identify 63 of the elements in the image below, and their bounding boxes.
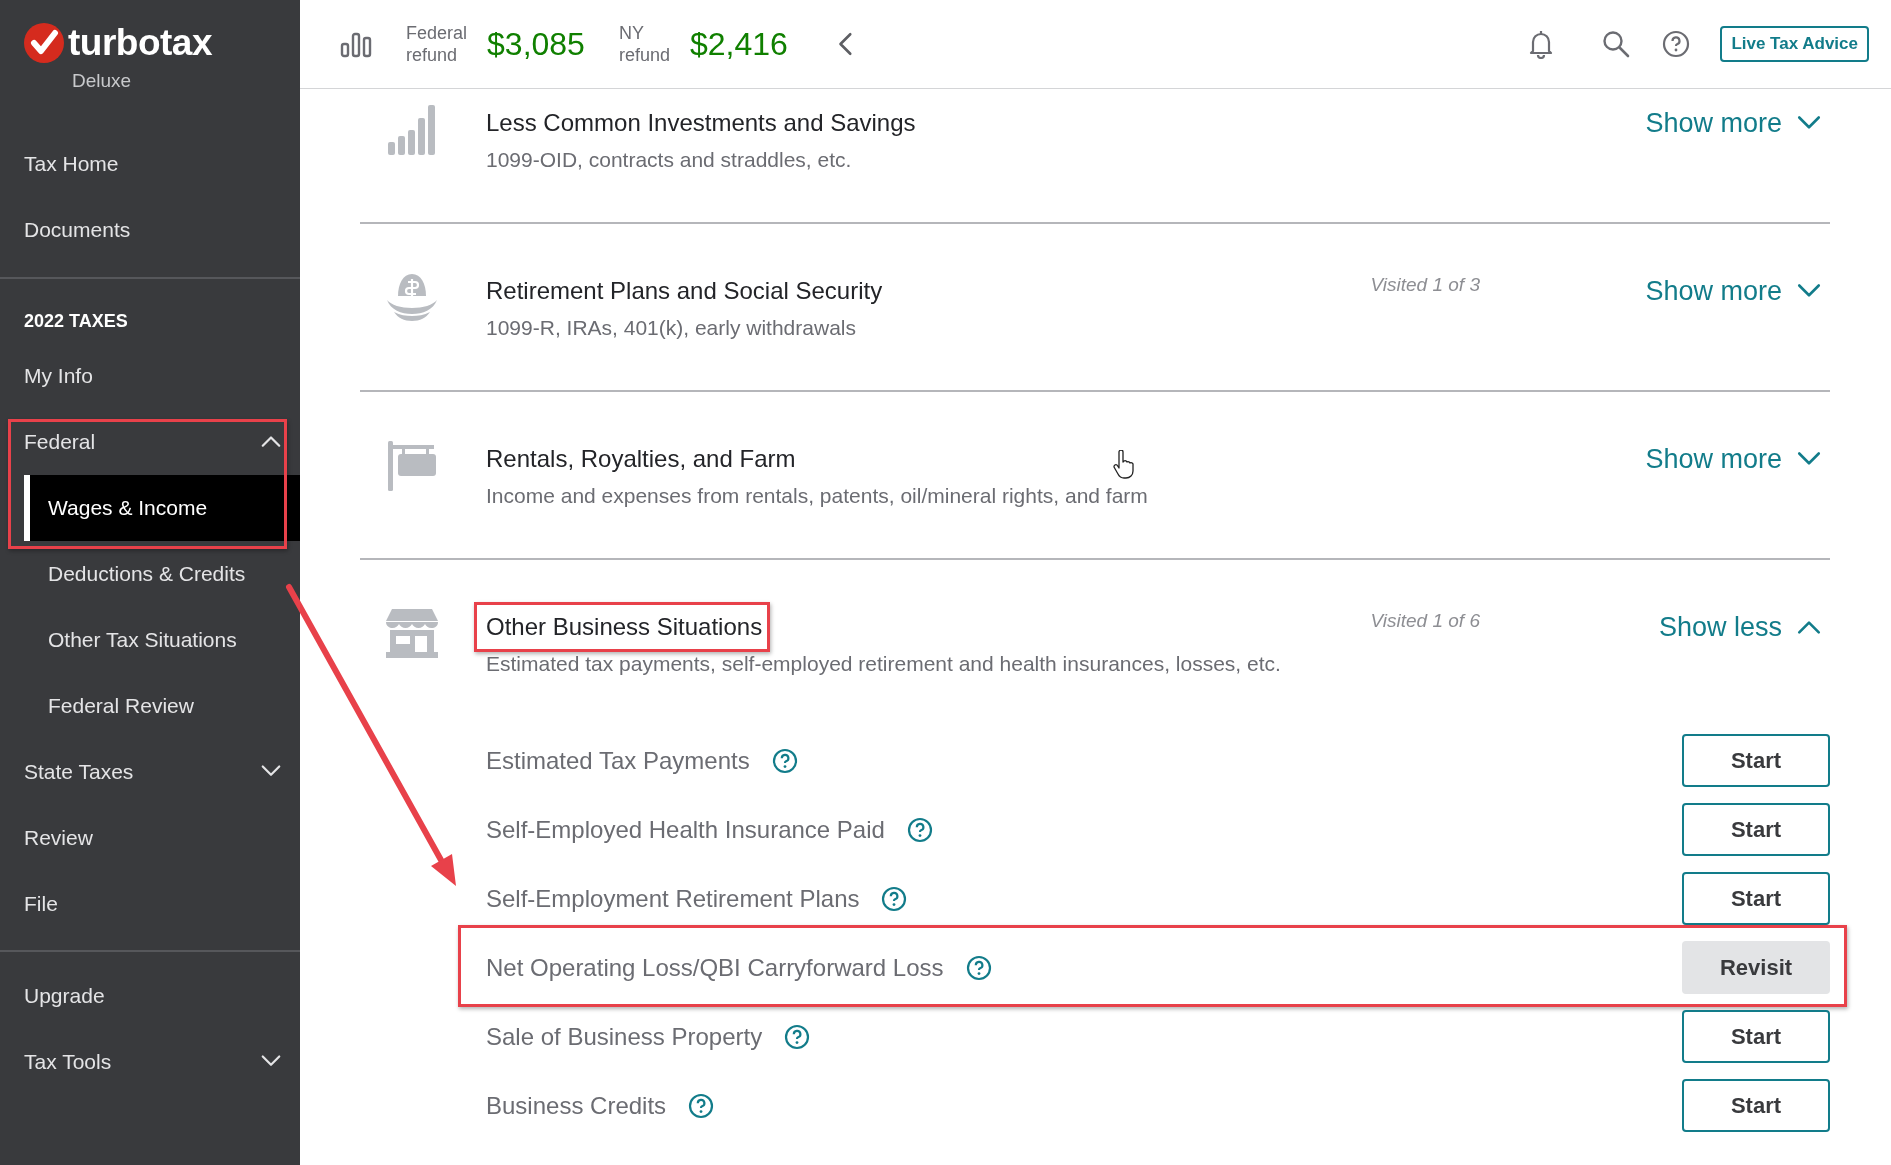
visited-label: Visited 1 of 3: [1370, 274, 1480, 296]
topic-label: Estimated Tax Payments: [486, 746, 750, 775]
nav-item[interactable]: Upgrade: [0, 963, 300, 1029]
category-title: Rentals, Royalties, and Farm: [486, 446, 796, 472]
category-description: 1099-R, IRAs, 401(k), early withdrawals: [486, 316, 857, 340]
revisit-button[interactable]: Revisit: [1682, 941, 1830, 994]
help-icon[interactable]: [688, 1092, 715, 1119]
start-button[interactable]: Start: [1682, 1079, 1830, 1132]
money-nest-icon: [386, 272, 438, 322]
start-button[interactable]: Start: [1682, 1010, 1830, 1063]
category-description: 1099-OID, contracts and straddles, etc.: [486, 148, 853, 172]
show-toggle-link[interactable]: Show more: [1645, 444, 1822, 475]
show-toggle-link[interactable]: Show more: [1645, 276, 1822, 307]
nav-subitem[interactable]: Other Tax Situations: [0, 607, 300, 673]
nav-item[interactable]: My Info: [0, 343, 300, 409]
bell-icon[interactable]: [1528, 29, 1555, 59]
show-toggle-link[interactable]: Show less: [1658, 612, 1822, 643]
help-icon[interactable]: [771, 747, 798, 774]
bar-chart-icon[interactable]: [340, 30, 372, 58]
category-title: Less Common Investments and Savings: [486, 110, 916, 136]
start-button[interactable]: Start: [1682, 734, 1830, 787]
nav-item[interactable]: Review: [0, 805, 300, 871]
category-description: Estimated tax payments, self-employed retirement and health insurances, losses, etc.: [486, 652, 1282, 676]
storefront-icon: [386, 608, 438, 658]
refund-label: Federal refund: [406, 22, 468, 66]
nav-item[interactable]: Federal: [0, 409, 300, 475]
edition-label: Deluxe: [72, 70, 132, 92]
topic-label: Sale of Business Property: [486, 1022, 763, 1051]
category-description: Income and expenses from rentals, patents, oil/mineral rights, and farm: [486, 484, 1149, 508]
nav-item[interactable]: Tax Home: [0, 131, 300, 197]
help-icon[interactable]: [881, 885, 908, 912]
visited-label: Visited 1 of 6: [1370, 610, 1480, 632]
nav-subitem[interactable]: Deductions & Credits: [0, 541, 300, 607]
search-icon[interactable]: [1602, 30, 1631, 58]
section-heading: 2022 TAXES: [23, 310, 129, 333]
start-button[interactable]: Start: [1682, 872, 1830, 925]
category-title: Other Business Situations: [486, 614, 763, 640]
topic-label: Business Credits: [486, 1091, 667, 1120]
brand-name: turbotax: [68, 22, 212, 64]
help-icon[interactable]: [965, 954, 992, 981]
refund-amount: $3,085: [487, 25, 585, 63]
nav-item[interactable]: File: [0, 871, 300, 937]
nav-item[interactable]: Documents: [0, 197, 300, 263]
topic-label: Net Operating Loss/QBI Carryforward Loss: [486, 953, 944, 982]
start-button[interactable]: Start: [1682, 803, 1830, 856]
category-title: Retirement Plans and Social Security: [486, 278, 883, 304]
hanging-sign-icon: [386, 440, 438, 492]
refund-label: NY refund: [618, 22, 670, 66]
checkmark-logo-icon: [24, 23, 64, 63]
help-icon[interactable]: [906, 816, 933, 843]
show-toggle-link[interactable]: Show more: [1645, 108, 1822, 139]
refund-amount: $2,416: [689, 25, 788, 63]
topic-label: Self-Employed Health Insurance Paid: [486, 815, 885, 844]
nav-subitem[interactable]: Wages & Income: [24, 475, 300, 541]
nav-item[interactable]: State Taxes: [0, 739, 300, 805]
live-tax-advice-button[interactable]: Live Tax Advice: [1720, 26, 1869, 62]
nav-item[interactable]: Tax Tools: [0, 1029, 300, 1095]
signal-bars-icon: [386, 104, 436, 156]
hand-cursor-icon: [1112, 450, 1136, 480]
nav-subitem[interactable]: Federal Review: [0, 673, 300, 739]
help-icon[interactable]: [784, 1023, 811, 1050]
topic-label: Self-Employment Retirement Plans: [486, 884, 860, 913]
help-icon[interactable]: [1662, 30, 1691, 58]
